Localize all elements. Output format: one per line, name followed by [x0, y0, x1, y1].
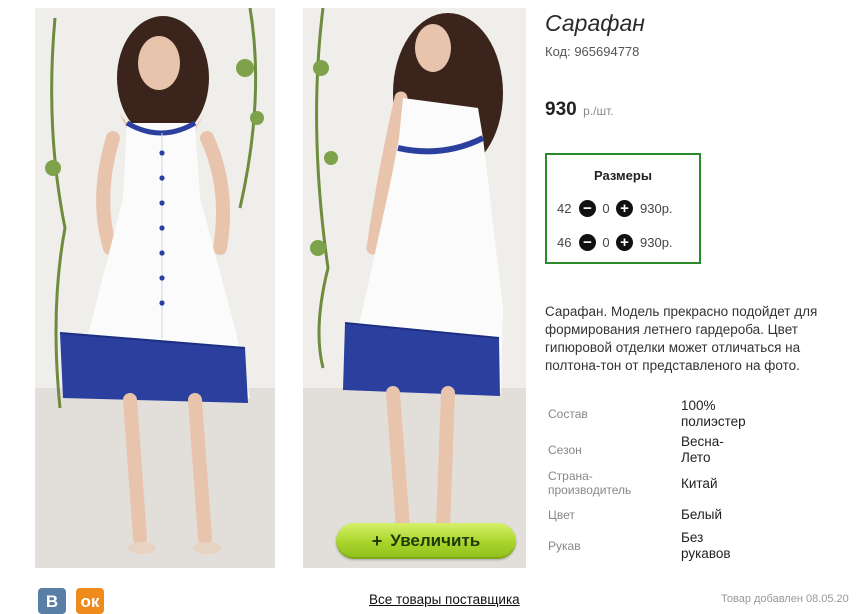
plus-icon: + — [371, 530, 383, 551]
size-label: 42 — [557, 200, 572, 216]
minus-circle-icon[interactable]: − — [579, 199, 596, 217]
attribute-value: Китай — [681, 476, 718, 491]
product-photo-back[interactable] — [303, 8, 526, 568]
price-value: 930 — [545, 99, 577, 120]
zoom-button[interactable]: + Увеличить — [336, 523, 516, 559]
plus-circle-icon[interactable]: + — [616, 199, 633, 217]
minus-circle-icon[interactable]: − — [579, 233, 596, 251]
size-price: 930р. — [640, 200, 673, 216]
product-price: 930 р./шт. — [545, 99, 614, 121]
sizes-heading: Размеры — [594, 168, 652, 183]
ok-share-button[interactable]: ок — [76, 588, 104, 614]
attribute-key: Состав — [548, 407, 588, 421]
price-unit: р./шт. — [583, 104, 614, 118]
product-code: Код: 965694778 — [545, 44, 640, 59]
attribute-key: Цвет — [548, 508, 575, 522]
ok-icon: ок — [80, 592, 100, 611]
size-quantity: 0 — [602, 234, 610, 250]
size-label: 46 — [557, 234, 572, 250]
attribute-value: Весна-Лето — [681, 434, 724, 465]
vk-icon: В — [45, 592, 59, 611]
attribute-value: Белый — [681, 507, 723, 522]
sizes-box: Размеры 42 − 0 + 930р. 46 − 0 + 930р. — [545, 153, 701, 264]
plus-circle-icon[interactable]: + — [616, 233, 633, 251]
dress-back-illustration — [303, 8, 526, 568]
size-quantity: 0 — [602, 200, 610, 216]
product-title: Сарафан — [545, 10, 645, 36]
product-description: Сарафан. Модель прекрасно подойдет для ф… — [545, 304, 818, 373]
zoom-button-label: Увеличить — [390, 531, 481, 550]
vk-share-button[interactable]: В — [38, 588, 66, 614]
size-row: 42 − 0 + 930р. — [557, 198, 673, 218]
dress-front-illustration — [35, 8, 275, 568]
product-photo-front[interactable] — [35, 8, 275, 568]
attribute-key: Рукав — [548, 539, 581, 553]
added-date-text: Товар добавлен 08.05.20 — [721, 593, 849, 605]
size-row: 46 − 0 + 930р. — [557, 232, 673, 252]
supplier-products-link[interactable]: Все товары поставщика — [369, 592, 520, 607]
size-price: 930р. — [640, 234, 673, 250]
attribute-key: Страна-производитель — [548, 469, 632, 497]
attribute-key: Сезон — [548, 443, 582, 457]
attribute-value: Без рукавов — [681, 530, 731, 561]
attribute-value: 100% полиэстер — [681, 398, 746, 429]
